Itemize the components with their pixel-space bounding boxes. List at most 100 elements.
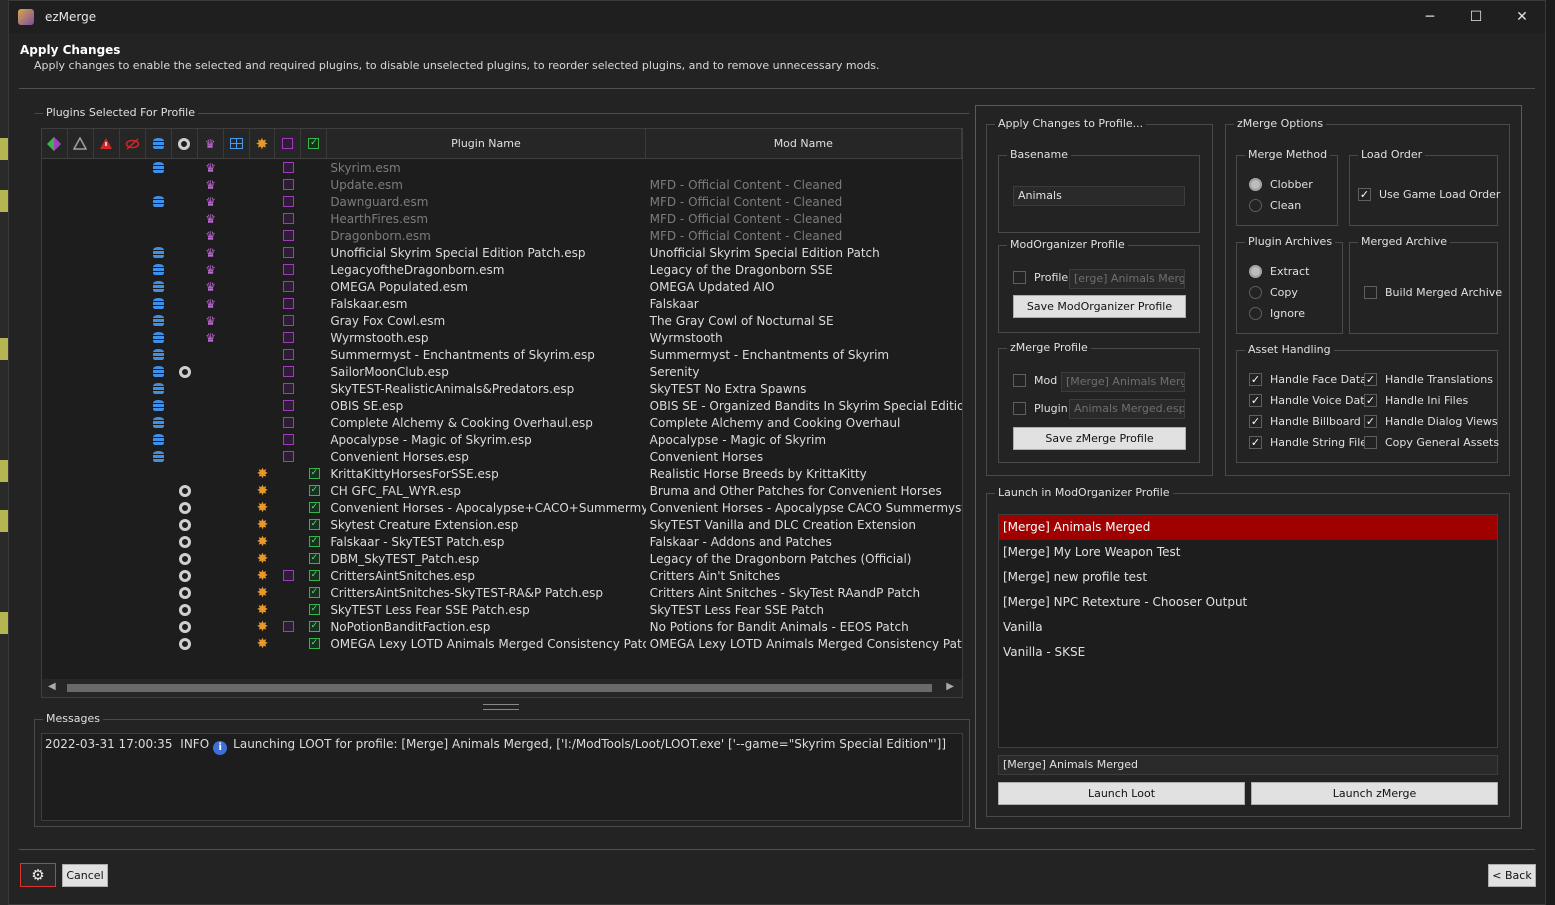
checkbox-box[interactable]: ✓ bbox=[1249, 436, 1262, 449]
checkbox-box[interactable] bbox=[1364, 286, 1377, 299]
table-row[interactable]: ✸ ✓ DBM_SkyTEST_Patch.esp Legacy of the Dra… bbox=[42, 550, 962, 567]
table-row[interactable]: Convenient Horses.esp Convenient Horses bbox=[42, 448, 962, 465]
purple-check-icon[interactable] bbox=[282, 383, 294, 394]
table-row[interactable]: ✸ ✓ OMEGA Lexy LOTD Animals Merged Consist… bbox=[42, 635, 962, 652]
green-check-icon[interactable]: ✓ bbox=[308, 604, 320, 615]
table-row[interactable]: ♛ Falskaar.esm Falskaar bbox=[42, 295, 962, 312]
list-item[interactable]: Vanilla bbox=[999, 615, 1497, 640]
save-mo-profile-button[interactable]: Save ModOrganizer Profile bbox=[1013, 295, 1186, 318]
radio-dot[interactable] bbox=[1249, 178, 1262, 191]
table-row[interactable]: ✸ ✓ CH GFC_FAL_WYR.esp Bruma and Other Patc… bbox=[42, 482, 962, 499]
table-row[interactable]: ♛ Gray Fox Cowl.esm The Gray Cowl of Noctu… bbox=[42, 312, 962, 329]
list-item[interactable]: [Merge] NPC Retexture - Chooser Output bbox=[999, 590, 1497, 615]
copy-radio[interactable]: Copy bbox=[1249, 286, 1298, 299]
green-check-icon[interactable]: ✓ bbox=[308, 570, 320, 581]
radio-dot[interactable] bbox=[1249, 307, 1262, 320]
checkbox-box[interactable]: ✓ bbox=[1364, 373, 1377, 386]
list-item[interactable]: [Merge] new profile test bbox=[999, 565, 1497, 590]
launch-zmerge-button[interactable]: Launch zMerge bbox=[1251, 782, 1498, 805]
green-check-icon[interactable]: ✓ bbox=[308, 485, 320, 496]
green-check-icon[interactable]: ✓ bbox=[308, 587, 320, 598]
handle-string-files-checkbox[interactable]: ✓ Handle String Files bbox=[1249, 436, 1373, 449]
copy-general-assets-checkbox[interactable]: Copy General Assets bbox=[1364, 436, 1499, 449]
radio-dot[interactable] bbox=[1249, 265, 1262, 278]
list-item[interactable]: [Merge] Animals Merged bbox=[999, 515, 1497, 540]
purple-check-icon[interactable] bbox=[282, 621, 294, 632]
table-row[interactable]: ♛ HearthFires.esm MFD - Official Content -… bbox=[42, 210, 962, 227]
minimize-button[interactable]: ─ bbox=[1407, 1, 1453, 33]
table-row[interactable]: ♛ OMEGA Populated.esm OMEGA Updated AIO bbox=[42, 278, 962, 295]
purple-check-icon[interactable] bbox=[282, 264, 294, 275]
table-row[interactable]: ✸ ✓ SkyTEST Less Fear SSE Patch.esp SkyTEST… bbox=[42, 601, 962, 618]
settings-button[interactable]: ⚙ bbox=[20, 863, 56, 887]
ring-icon[interactable] bbox=[172, 129, 198, 158]
purple-check-icon[interactable] bbox=[282, 366, 294, 377]
table-row[interactable]: ✸ ✓ Skytest Creature Extension.esp SkyTEST … bbox=[42, 516, 962, 533]
puzzle-icon[interactable]: ✸ bbox=[250, 129, 276, 158]
warning-red-icon[interactable] bbox=[94, 129, 120, 158]
handle-ini-files-checkbox[interactable]: ✓ Handle Ini Files bbox=[1364, 394, 1468, 407]
purple-check-icon[interactable] bbox=[282, 179, 294, 190]
scroll-right-icon[interactable]: ▶ bbox=[946, 681, 954, 692]
basename-input[interactable]: Animals bbox=[1013, 186, 1185, 206]
purple-check-icon[interactable] bbox=[275, 129, 302, 158]
checkbox-box[interactable]: ✓ bbox=[1249, 394, 1262, 407]
checkbox-box[interactable]: ✓ bbox=[1364, 394, 1377, 407]
title-bar[interactable]: ezMerge ─ ☐ ✕ bbox=[9, 1, 1545, 33]
build-merged-archive-checkbox[interactable]: Build Merged Archive bbox=[1364, 286, 1502, 299]
warning-gray-icon[interactable] bbox=[68, 129, 94, 158]
zm-mod-checkbox[interactable]: Mod bbox=[1013, 374, 1057, 387]
table-row[interactable]: ♛ Dragonborn.esm MFD - Official Content - … bbox=[42, 227, 962, 244]
save-zmerge-profile-button[interactable]: Save zMerge Profile bbox=[1013, 427, 1186, 450]
purple-check-icon[interactable] bbox=[282, 247, 294, 258]
green-check-icon[interactable]: ✓ bbox=[301, 129, 328, 158]
purple-check-icon[interactable] bbox=[282, 315, 294, 326]
radio-dot[interactable] bbox=[1249, 286, 1262, 299]
checkbox-box[interactable]: ✓ bbox=[1364, 415, 1377, 428]
purple-check-icon[interactable] bbox=[282, 434, 294, 445]
clobber-radio[interactable]: Clobber bbox=[1249, 178, 1313, 191]
purple-check-icon[interactable] bbox=[282, 298, 294, 309]
scroll-thumb[interactable] bbox=[67, 684, 932, 692]
purple-check-icon[interactable] bbox=[282, 570, 294, 581]
green-check-icon[interactable]: ✓ bbox=[308, 519, 320, 530]
zm-plugin-checkbox[interactable]: Plugin bbox=[1013, 402, 1068, 415]
table-row[interactable]: ✸ ✓ CrittersAintSnitches.esp Critters Ain't… bbox=[42, 567, 962, 584]
mo-profile-list[interactable]: [Merge] Animals Merged [Merge] My Lore We… bbox=[998, 514, 1498, 748]
extract-radio[interactable]: Extract bbox=[1249, 265, 1309, 278]
grid-table-icon[interactable] bbox=[224, 129, 250, 158]
green-check-icon[interactable]: ✓ bbox=[308, 621, 320, 632]
purple-check-icon[interactable] bbox=[282, 400, 294, 411]
handle-dialog-views-checkbox[interactable]: ✓ Handle Dialog Views bbox=[1364, 415, 1498, 428]
col-mod-name[interactable]: Mod Name bbox=[646, 129, 962, 158]
green-check-icon[interactable]: ✓ bbox=[308, 468, 320, 479]
checkbox-box[interactable] bbox=[1013, 271, 1026, 284]
table-row[interactable]: ✸ ✓ KrittaKittyHorsesForSSE.esp Realistic H… bbox=[42, 465, 962, 482]
green-check-icon[interactable]: ✓ bbox=[308, 536, 320, 547]
mo-profile-input[interactable]: [erge] Animals Merged bbox=[1069, 269, 1185, 289]
table-row[interactable]: ♛ LegacyoftheDragonborn.esm Legacy of the … bbox=[42, 261, 962, 278]
purple-check-icon[interactable] bbox=[282, 230, 294, 241]
database-icon[interactable] bbox=[146, 129, 172, 158]
checkbox-box[interactable] bbox=[1364, 436, 1377, 449]
cancel-button[interactable]: Cancel bbox=[62, 864, 108, 887]
zm-mod-input[interactable]: [Merge] Animals Merged bbox=[1061, 372, 1185, 392]
table-row[interactable]: SailorMoonClub.esp Serenity bbox=[42, 363, 962, 380]
launch-loot-button[interactable]: Launch Loot bbox=[998, 782, 1245, 805]
green-check-icon[interactable]: ✓ bbox=[308, 502, 320, 513]
green-check-icon[interactable]: ✓ bbox=[308, 638, 320, 649]
green-check-icon[interactable]: ✓ bbox=[308, 553, 320, 564]
table-row[interactable]: SkyTEST-RealisticAnimals&Predators.esp Sk… bbox=[42, 380, 962, 397]
table-row[interactable]: ♛ Dawnguard.esm MFD - Official Content - C… bbox=[42, 193, 962, 210]
diamond-icon[interactable] bbox=[42, 129, 68, 158]
selected-profile-field[interactable]: [Merge] Animals Merged bbox=[998, 755, 1498, 775]
purple-check-icon[interactable] bbox=[282, 196, 294, 207]
list-item[interactable]: [Merge] My Lore Weapon Test bbox=[999, 540, 1497, 565]
mo-profile-checkbox[interactable]: Profile bbox=[1013, 271, 1068, 284]
hidden-eye-icon[interactable] bbox=[120, 129, 146, 158]
table-row[interactable]: OBIS SE.esp OBIS SE - Organized Bandits I… bbox=[42, 397, 962, 414]
clean-radio[interactable]: Clean bbox=[1249, 199, 1301, 212]
handle-translations-checkbox[interactable]: ✓ Handle Translations bbox=[1364, 373, 1493, 386]
splitter-handle[interactable] bbox=[483, 704, 519, 710]
messages-log[interactable]: 2022-03-31 17:00:35 INFO i Launching LOOT … bbox=[41, 733, 963, 821]
